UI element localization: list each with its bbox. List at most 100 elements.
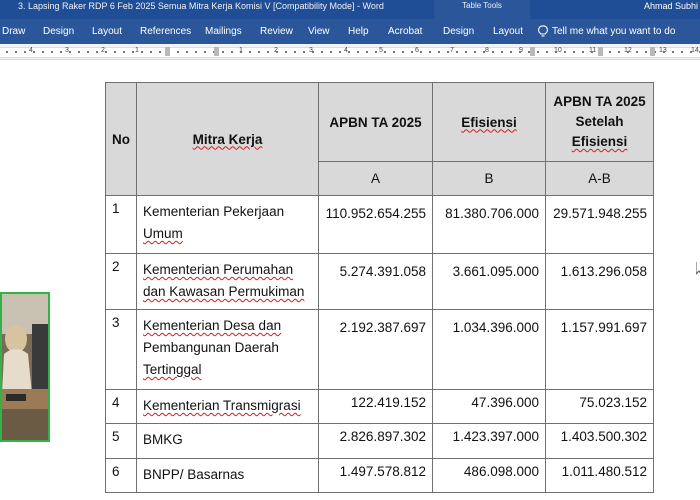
ruler-tick (330, 51, 332, 53)
ruler-tick (60, 51, 62, 53)
table-tools-label: Table Tools (462, 1, 502, 10)
ruler-tick (348, 51, 350, 53)
ruler-tick (627, 51, 629, 53)
ruler-tick (672, 51, 674, 53)
ruler-tick (24, 51, 26, 53)
mouse-cursor-icon (696, 262, 700, 275)
ruler-tick (42, 51, 44, 53)
row-setelah: 29.571.948.255 (545, 195, 654, 254)
ruler-tick (231, 51, 233, 53)
ruler-tick (6, 51, 8, 53)
row-efisiensi: 81.380.706.000 (432, 195, 546, 254)
header-apbn-setelah: APBN TA 2025 Setelah Efisiensi (545, 82, 654, 162)
ruler-tick (150, 51, 152, 53)
ruler-tick (123, 51, 125, 53)
ruler-tick (105, 51, 107, 53)
video-thumbnail[interactable] (0, 292, 50, 442)
ruler-tick (366, 51, 368, 53)
row-apbn: 2.826.897.302 (318, 423, 433, 459)
ruler-number: 6 (415, 47, 419, 54)
ruler-tick (312, 51, 314, 53)
horizontal-ruler[interactable]: 43211234567891011121314 (0, 44, 700, 60)
ruler-number: 8 (485, 47, 489, 54)
document-page[interactable]: No Mitra Kerja APBN TA 2025 Efisiensi AP… (0, 60, 700, 500)
ruler-column-marker[interactable] (530, 47, 535, 56)
row-setelah: 1.403.500.302 (545, 423, 654, 459)
ruler-tick (339, 51, 341, 53)
ruler-tick (438, 51, 440, 53)
row-no: 4 (105, 389, 137, 424)
ruler-tick (195, 51, 197, 53)
row-efisiensi: 1.034.396.000 (432, 309, 546, 390)
ruler-tick (618, 51, 620, 53)
window-title: 3. Lapsing Raker RDP 6 Feb 2025 Semua Mi… (18, 1, 384, 11)
ruler-tick (222, 51, 224, 53)
ruler-tick (357, 51, 359, 53)
tab-table-design[interactable]: Design (443, 19, 474, 44)
ruler-tick (690, 51, 692, 53)
tab-review[interactable]: Review (260, 19, 293, 44)
ruler-number: 5 (379, 47, 383, 54)
budget-table: No Mitra Kerja APBN TA 2025 Efisiensi AP… (105, 82, 654, 493)
account-name[interactable]: Ahmad Subhi (644, 0, 698, 12)
tab-references[interactable]: References (140, 19, 191, 44)
table-row: 1 Kementerian Pekerjaan Umum 110.952.654.… (105, 195, 654, 254)
row-mitra: Kementerian Desa dan Pembangunan Daerah Te… (136, 309, 319, 390)
ruler-tick (510, 51, 512, 53)
tab-acrobat[interactable]: Acrobat (388, 19, 422, 44)
tab-layout[interactable]: Layout (92, 19, 122, 44)
ruler-tick (456, 51, 458, 53)
ruler-tick (591, 51, 593, 53)
header-apbn: APBN TA 2025 (318, 82, 433, 162)
ruler-tick (609, 51, 611, 53)
ruler-tick (384, 51, 386, 53)
tab-draw[interactable]: Draw (2, 19, 25, 44)
ruler-column-marker[interactable] (598, 47, 603, 56)
ruler-tick (96, 51, 98, 53)
ruler-tick (645, 51, 647, 53)
table-row: 5 BMKG 2.826.897.302 1.423.397.000 1.403… (105, 423, 654, 459)
subheader-a: A (318, 161, 433, 196)
ruler-tick (411, 51, 413, 53)
tab-view[interactable]: View (308, 19, 330, 44)
ruler-tick (294, 51, 296, 53)
row-efisiensi: 1.423.397.000 (432, 423, 546, 459)
ruler-margin-marker[interactable] (165, 47, 170, 56)
tab-mailings[interactable]: Mailings (205, 19, 242, 44)
row-mitra: BMKG (136, 423, 319, 459)
row-apbn: 122.419.152 (318, 389, 433, 424)
tab-table-layout[interactable]: Layout (493, 19, 523, 44)
row-mitra: Kementerian Pekerjaan Umum (136, 195, 319, 254)
row-mitra: BNPP/ Basarnas (136, 458, 319, 493)
row-efisiensi: 486.098.000 (432, 458, 546, 493)
tab-help[interactable]: Help (348, 19, 369, 44)
tab-design[interactable]: Design (43, 19, 74, 44)
row-mitra: Kementerian Transmigrasi (136, 389, 319, 424)
row-setelah: 75.023.152 (545, 389, 654, 424)
row-no: 3 (105, 309, 137, 390)
ruler-tick (177, 51, 179, 53)
table-header-row: No Mitra Kerja APBN TA 2025 Efisiensi AP… (105, 82, 654, 196)
ruler-tick (573, 51, 575, 53)
row-no: 2 (105, 253, 137, 310)
ruler-tick (276, 51, 278, 53)
ruler-tick (465, 51, 467, 53)
ruler-tick (15, 51, 17, 53)
ruler-tick (636, 51, 638, 53)
row-setelah: 1.613.296.058 (545, 253, 654, 310)
row-apbn: 110.952.654.255 (318, 195, 433, 254)
ruler-tick (681, 51, 683, 53)
table-row: 4 Kementerian Transmigrasi 122.419.152 4… (105, 389, 654, 424)
ruler-tick (375, 51, 377, 53)
ruler-tick (321, 51, 323, 53)
ruler-tick (87, 51, 89, 53)
ruler-tick (114, 51, 116, 53)
row-efisiensi: 47.396.000 (432, 389, 546, 424)
ruler-tick (159, 51, 161, 53)
ruler-column-marker[interactable] (650, 47, 655, 56)
tell-me-label: Tell me what you want to do (552, 26, 676, 37)
ruler-tick (33, 51, 35, 53)
ruler-tick (141, 51, 143, 53)
row-setelah: 1.157.991.697 (545, 309, 654, 390)
ruler-indent-marker[interactable] (214, 47, 219, 56)
